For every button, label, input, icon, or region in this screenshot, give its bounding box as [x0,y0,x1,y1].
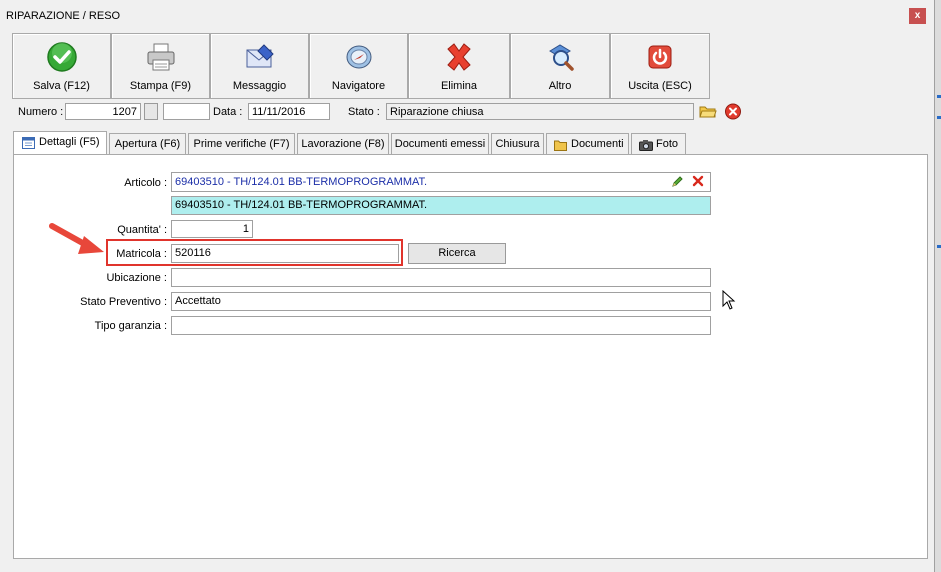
stato-preventivo-label: Stato Preventivo : [80,296,167,308]
uscita-button[interactable]: Uscita (ESC) [610,33,710,99]
messaggio-label: Messaggio [232,80,287,92]
search-document-icon [549,44,574,71]
numero-picker-button[interactable] [144,103,158,120]
ubicazione-label: Ubicazione : [106,272,167,284]
edit-pencil-icon[interactable] [671,175,684,188]
stato-label: Stato : [348,106,380,118]
tab-chiusura[interactable]: Chiusura [491,133,544,154]
salva-button[interactable]: Salva (F12) [12,33,111,99]
tab-chiusura-label: Chiusura [495,138,540,150]
tab-foto-label: Foto [656,138,679,150]
quantita-field[interactable]: 1 [171,220,253,238]
edge-mark [937,245,941,248]
printer-icon [147,43,174,71]
edge-mark [937,95,941,98]
tab-apertura[interactable]: Apertura (F6) [109,133,186,154]
tab-prime-verifiche[interactable]: Prime verifiche (F7) [188,133,295,154]
camera-icon [639,140,653,151]
data-field[interactable]: 11/11/2016 [248,103,330,120]
uscita-label: Uscita (ESC) [628,80,692,92]
repair-window: RIPARAZIONE / RESO x Salva (F12) Stampa … [0,0,934,572]
navigatore-label: Navigatore [331,80,386,92]
tab-dettagli-label: Dettagli (F5) [39,136,100,148]
stampa-label: Stampa (F9) [129,80,192,92]
tab-apertura-label: Apertura (F6) [114,138,181,150]
navigatore-button[interactable]: Navigatore [309,33,408,99]
numero-field[interactable]: 1207 [65,103,141,120]
check-icon [46,42,77,72]
highlight-box [106,239,403,266]
messaggio-button[interactable]: Messaggio [210,33,309,99]
delete-icon [447,43,471,71]
numero-suffix-field[interactable] [163,103,210,120]
remove-articolo-icon[interactable] [692,175,704,187]
folder-open-icon[interactable] [699,103,717,120]
numero-label: Numero : [18,106,64,118]
tab-prime-verifiche-label: Prime verifiche (F7) [193,138,290,150]
ricerca-button[interactable]: Ricerca [408,243,506,264]
data-label: Data : [213,106,243,118]
stato-field: Riparazione chiusa [386,103,694,120]
tab-documenti-label: Documenti [571,138,624,150]
tab-dettagli[interactable]: Dettagli (F5) [13,131,107,154]
tab-documenti-emessi-label: Documenti emessi [394,138,486,150]
folder-icon [554,140,567,151]
ubicazione-field[interactable] [171,268,711,287]
clear-status-icon[interactable] [724,103,742,120]
elimina-button[interactable]: Elimina [408,33,510,99]
altro-button[interactable]: Altro [510,33,610,99]
title-bar: RIPARAZIONE / RESO x [0,0,934,30]
tab-lavorazione[interactable]: Lavorazione (F8) [297,133,389,154]
mouse-cursor-icon [722,290,736,310]
articolo-label: Articolo : [124,177,167,189]
background-window-edge [934,0,941,572]
window-title: RIPARAZIONE / RESO [6,10,121,22]
tab-documenti-emessi[interactable]: Documenti emessi [391,133,489,154]
altro-label: Altro [548,80,572,92]
articolo-field[interactable]: 69403510 - TH/124.01 BB-TERMOPROGRAMMAT. [171,172,711,192]
edge-mark [937,116,941,119]
calendar-icon [22,137,35,149]
tab-lavorazione-label: Lavorazione (F8) [301,138,385,150]
stato-preventivo-field[interactable]: Accettato [171,292,711,311]
tipo-garanzia-field[interactable] [171,316,711,335]
message-icon [246,44,274,68]
salva-label: Salva (F12) [33,80,90,92]
elimina-label: Elimina [440,80,478,92]
compass-icon [346,45,371,69]
arrow-icon [49,223,104,254]
tab-documenti[interactable]: Documenti [546,133,629,154]
stampa-button[interactable]: Stampa (F9) [111,33,210,99]
close-button[interactable]: x [909,8,926,24]
power-icon [648,45,672,69]
tipo-garanzia-label: Tipo garanzia : [94,320,167,332]
articolo-description: 69403510 - TH/124.01 BB-TERMOPROGRAMMAT. [171,196,711,215]
tab-foto[interactable]: Foto [631,133,686,154]
